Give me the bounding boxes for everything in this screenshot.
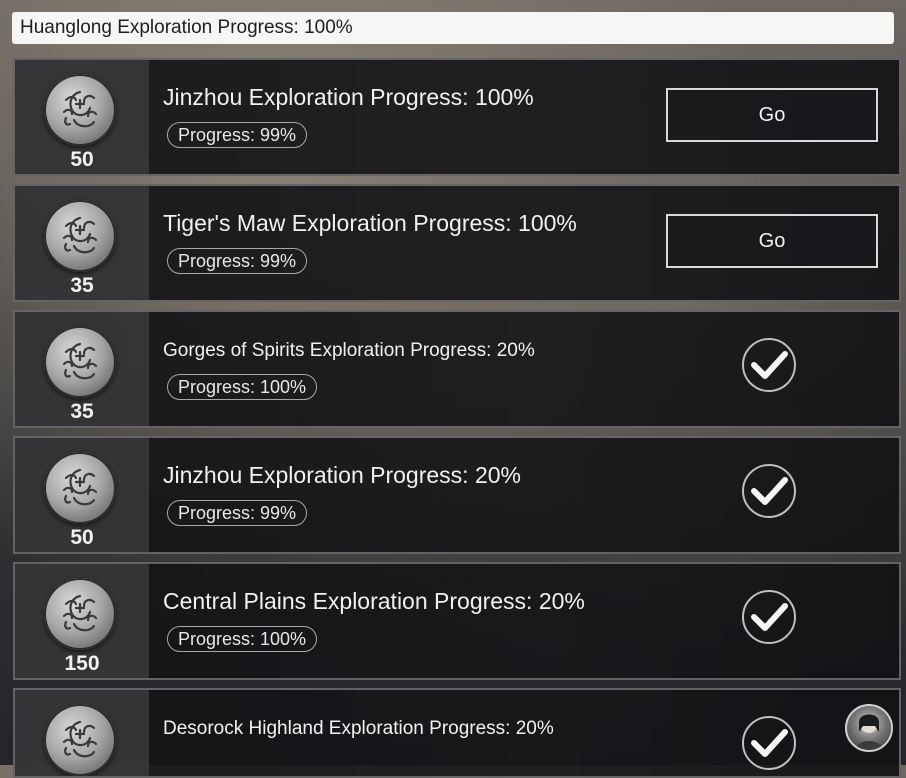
reward-column: 50 (15, 438, 149, 552)
checkmark-icon (742, 464, 796, 518)
dragon-coin-icon (44, 200, 116, 272)
reward-count: 150 (64, 652, 100, 675)
header-bar: Huanglong Exploration Progress: 100% (12, 12, 894, 44)
checkmark-icon (742, 590, 796, 644)
task-row: 50 Jinzhou Exploration Progress: 20% Pro… (13, 436, 901, 554)
dragon-coin-icon (44, 452, 116, 524)
task-row: 35 Tiger's Maw Exploration Progress: 100… (13, 184, 901, 302)
reward-count: 35 (70, 400, 94, 423)
reward-count: 50 (70, 148, 94, 171)
progress-badge: Progress: 99% (167, 500, 308, 526)
dragon-coin-icon (44, 74, 116, 146)
reward-count: 50 (70, 526, 94, 549)
task-row: 50 Jinzhou Exploration Progress: 100% Pr… (13, 58, 901, 176)
reward-column: 50 (15, 60, 149, 174)
progress-badge: Progress: 100% (167, 626, 318, 652)
task-title: Jinzhou Exploration Progress: 20% (163, 462, 521, 488)
task-list: 50 Jinzhou Exploration Progress: 100% Pr… (13, 58, 901, 778)
task-title: Gorges of Spirits Exploration Progress: … (163, 340, 535, 361)
task-row: 150 Central Plains Exploration Progress:… (13, 562, 901, 680)
reward-column (15, 690, 149, 776)
go-button[interactable]: Go (666, 214, 878, 268)
progress-badge: Progress: 99% (167, 122, 308, 148)
progress-badge: Progress: 100% (167, 374, 318, 400)
reward-column: 35 (15, 186, 149, 300)
checkmark-icon (742, 338, 796, 392)
task-title: Central Plains Exploration Progress: 20% (163, 588, 585, 614)
task-title: Desorock Highland Exploration Progress: … (163, 718, 554, 739)
task-row: 35 Gorges of Spirits Exploration Progres… (13, 310, 901, 428)
task-title: Jinzhou Exploration Progress: 100% (163, 84, 534, 110)
task-title: Tiger's Maw Exploration Progress: 100% (163, 210, 577, 236)
header-title: Huanglong Exploration Progress: 100% (20, 17, 353, 38)
dragon-coin-icon (44, 326, 116, 398)
reward-column: 35 (15, 312, 149, 426)
avatar-icon[interactable] (845, 704, 893, 752)
dragon-coin-icon (44, 578, 116, 650)
reward-column: 150 (15, 564, 149, 678)
go-button[interactable]: Go (666, 88, 878, 142)
checkmark-icon (742, 716, 796, 770)
dragon-coin-icon (44, 704, 116, 776)
reward-count: 35 (70, 274, 94, 297)
progress-badge: Progress: 99% (167, 248, 308, 274)
